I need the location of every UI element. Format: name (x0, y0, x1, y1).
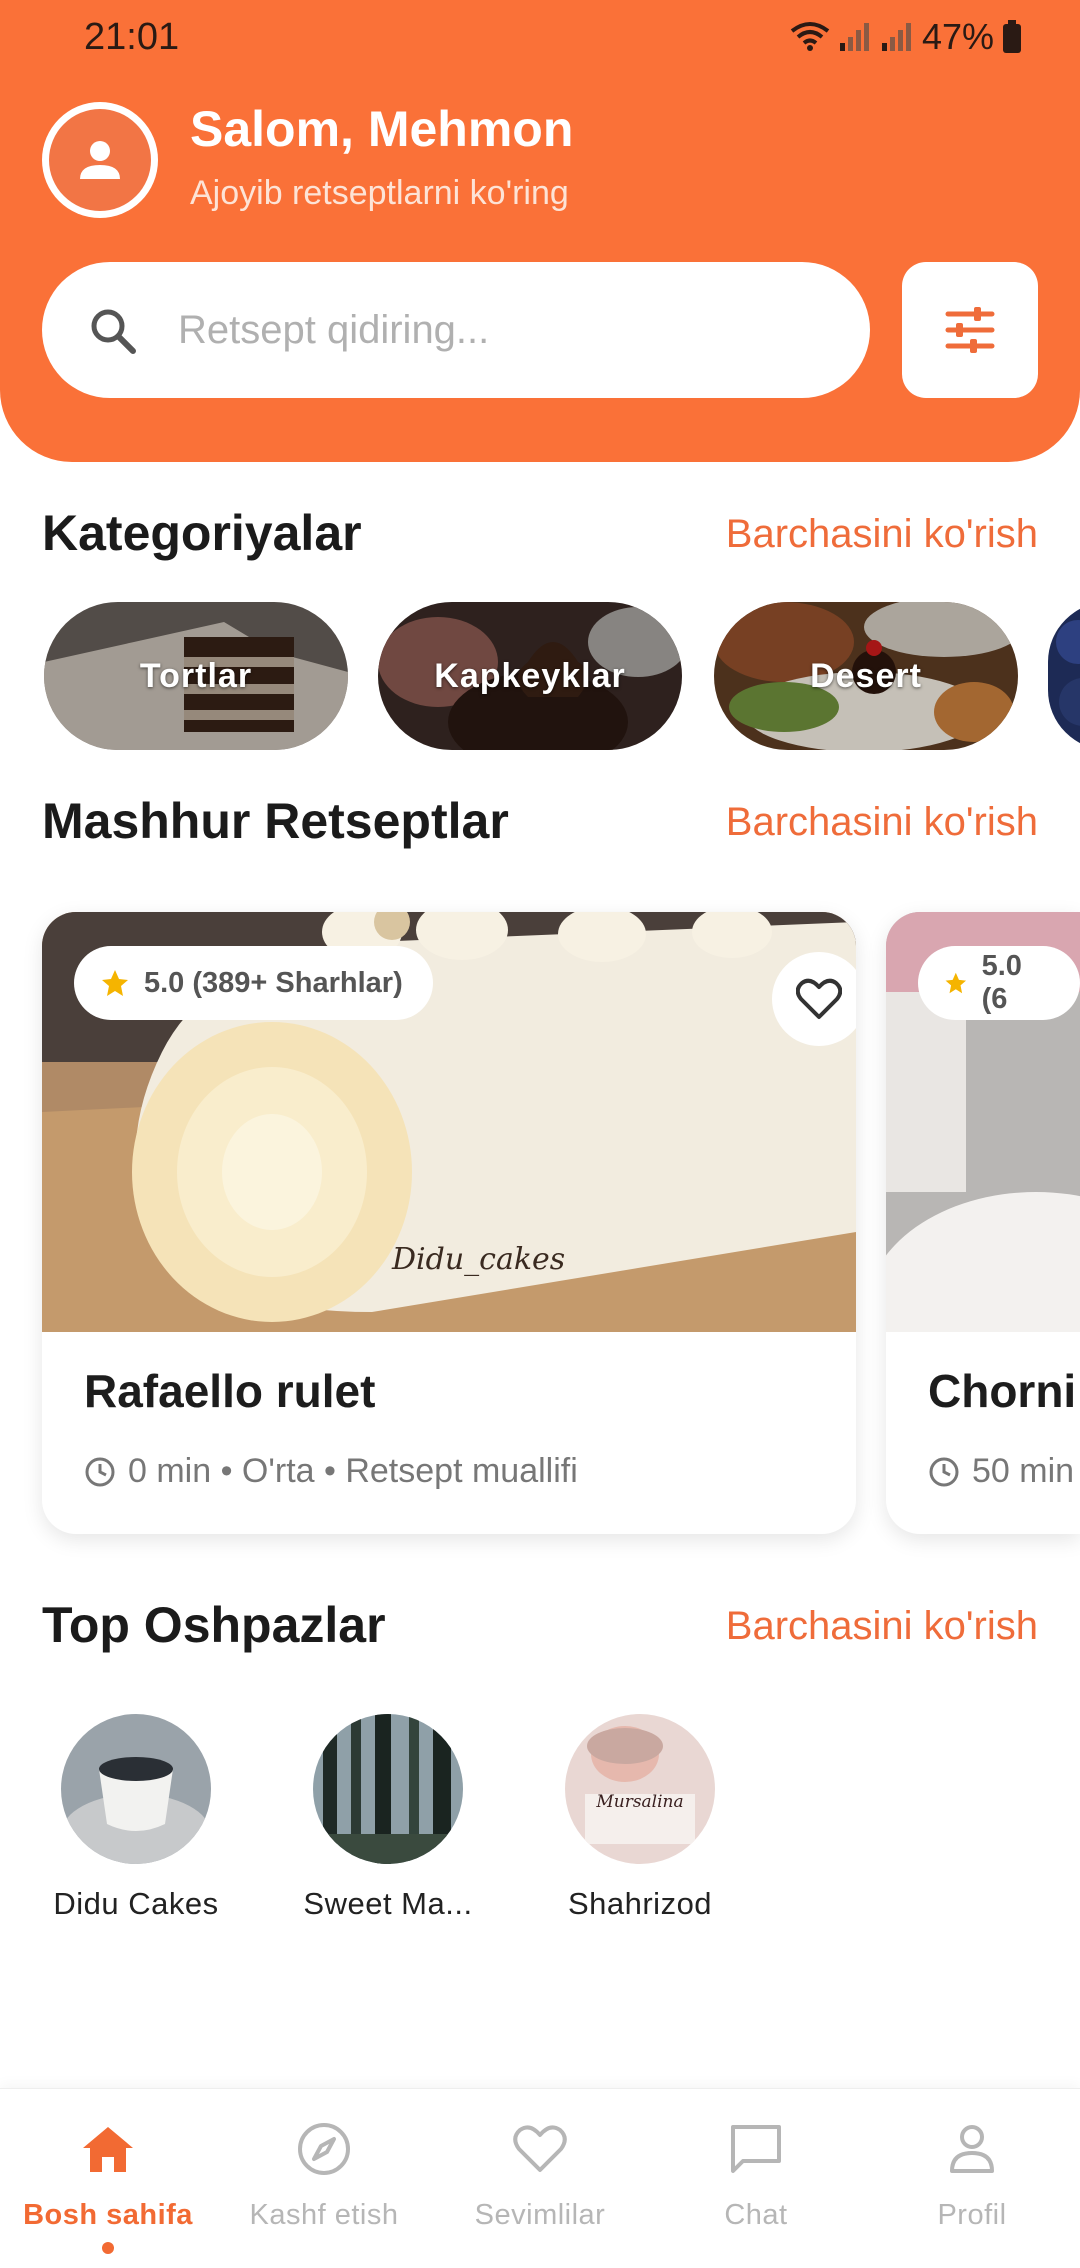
recipe-title: Chorni (928, 1365, 1077, 1417)
category-chip-kapkeyklar[interactable]: Kapkeyklar (378, 602, 682, 750)
search-icon (91, 309, 136, 354)
clock-icon (929, 1457, 959, 1486)
chef-name: Didu Cakes (53, 1886, 219, 1921)
chefs-title: Top Oshpazlar (42, 1597, 386, 1653)
nav-item-profile[interactable]: Profil (864, 2117, 1080, 2232)
filter-button[interactable] (902, 262, 1038, 398)
home-icon (83, 2127, 133, 2172)
chef-avatar (313, 1714, 463, 1864)
profile-icon (950, 2125, 994, 2173)
bottom-navigation: Bosh sahifa Kashf etish Sevimlilar Chat (0, 2088, 1080, 2268)
chef-name: Shahrizod (567, 1886, 713, 1921)
heart-icon (513, 2125, 567, 2172)
compass-icon (298, 2123, 350, 2175)
chef-item[interactable]: Mursalina Shahrizod (540, 1714, 740, 1922)
greeting-subtitle: Ajoyib retseptlarni ko'ring (190, 174, 569, 212)
categories-see-all-link[interactable]: Barchasini ko'rish (726, 512, 1038, 557)
favorite-button[interactable] (772, 952, 856, 1046)
nav-item-explore[interactable]: Kashf etish (216, 2117, 432, 2232)
battery-icon (1003, 20, 1021, 53)
chef-item[interactable]: Didu Cakes (36, 1714, 236, 1922)
forest-image (313, 1714, 463, 1864)
rating-badge: 5.0 (389+ Sharhlar) (74, 946, 433, 1020)
nav-label: Kashf etish (249, 2199, 399, 2231)
nav-label: Sevimlilar (474, 2199, 606, 2231)
chef-avatar: Mursalina (565, 1714, 715, 1864)
star-icon (945, 972, 967, 994)
recipe-title: Rafaello rulet (84, 1365, 376, 1417)
status-icons: 47% (790, 16, 1022, 58)
clock-icon (85, 1457, 115, 1486)
active-indicator (102, 2242, 114, 2254)
status-bar: 21:01 47% (0, 0, 1080, 80)
user-avatar[interactable] (42, 102, 158, 218)
battery-percent: 47% (921, 16, 994, 57)
berries-image (1048, 602, 1080, 750)
recipe-meta: 50 min (928, 1452, 1074, 1491)
baby-photo-image (565, 1714, 715, 1864)
status-time: 21:01 (84, 16, 180, 58)
chat-icon (731, 2125, 781, 2173)
nav-item-home[interactable]: Bosh sahifa (0, 2117, 216, 2254)
nav-label: Bosh sahifa (23, 2199, 193, 2231)
recipe-card[interactable]: Didu_cakes 5.0 (389+ Sharhlar) Rafaello … (42, 912, 856, 1534)
nav-label: Chat (724, 2199, 788, 2231)
wifi-icon (790, 22, 830, 51)
rating-text: 5.0 (389+ Sharhlar) (144, 966, 403, 999)
category-chip-tortlar[interactable]: Tortlar (44, 602, 348, 750)
category-label: Kapkeyklar (434, 656, 626, 695)
popular-see-all-link[interactable]: Barchasini ko'rish (726, 800, 1038, 845)
search-input[interactable] (178, 300, 818, 360)
chef-item[interactable]: Sweet Ma... (288, 1714, 488, 1922)
watermark-text: Didu_cakes (392, 1242, 566, 1277)
nav-item-chat[interactable]: Chat (648, 2117, 864, 2232)
signal-icon (839, 23, 869, 51)
popular-title: Mashhur Retseptlar (42, 793, 509, 849)
rating-text: 5.0 (6 (981, 950, 1022, 1015)
rating-badge: 5.0 (6 (918, 946, 1080, 1020)
chef-avatar-text: Mursalina (596, 1792, 684, 1812)
coffee-cup-image (61, 1714, 211, 1864)
signal-icon-2 (881, 23, 911, 51)
nav-item-favorites[interactable]: Sevimlilar (432, 2117, 648, 2232)
header: 21:01 47% Salom, Mehmon Ajoyib retseptla… (0, 0, 1080, 462)
category-label: Desert (810, 656, 922, 695)
app-screen: 21:01 47% Salom, Mehmon Ajoyib retseptla… (0, 0, 1080, 2268)
recipe-meta-text: 50 min (972, 1452, 1075, 1490)
category-chip-desert[interactable]: Desert (714, 602, 1018, 750)
category-chip-partial[interactable] (1048, 602, 1080, 750)
recipe-meta-text: 0 min • O'rta • Retsept muallifi (128, 1452, 578, 1490)
search-bar[interactable] (42, 262, 870, 398)
chef-name: Sweet Ma... (303, 1886, 473, 1921)
sliders-icon (945, 307, 995, 353)
heart-outline-icon (796, 978, 842, 1019)
recipe-card-partial[interactable]: 5.0 (6 Chorni 50 min (886, 912, 1080, 1534)
person-icon (80, 141, 120, 179)
chef-avatar (61, 1714, 211, 1864)
chefs-see-all-link[interactable]: Barchasini ko'rish (726, 1604, 1038, 1649)
greeting-title: Salom, Mehmon (190, 101, 574, 157)
categories-title: Kategoriyalar (42, 505, 362, 561)
recipe-meta: 0 min • O'rta • Retsept muallifi (84, 1452, 578, 1491)
star-icon (102, 970, 128, 996)
nav-label: Profil (937, 2199, 1007, 2231)
category-label: Tortlar (139, 656, 253, 695)
